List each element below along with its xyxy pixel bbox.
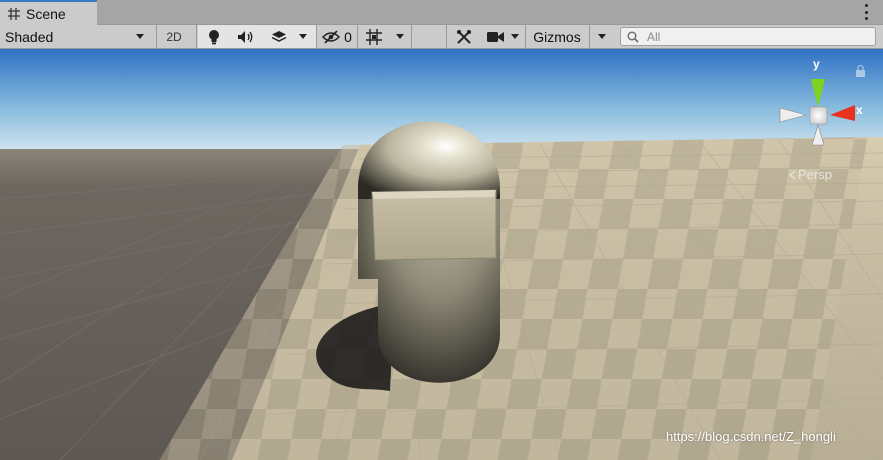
toggle-2d-label: 2D [166,29,182,44]
chevron-down-icon [136,34,144,39]
chevron-down-icon [396,34,404,39]
gizmos-dropdown[interactable] [590,25,614,48]
speaker-icon [238,30,253,43]
projection-label: Persp [798,167,832,182]
tab-scene[interactable]: Scene [0,0,97,25]
scene-render [0,49,883,460]
tools-button[interactable] [448,25,480,48]
gizmo-y-label: y [813,57,820,71]
layers-icon [271,30,287,42]
effects-dropdown[interactable] [262,25,316,48]
shading-mode-dropdown[interactable]: Shaded [0,25,152,48]
more-options-icon[interactable] [859,4,873,20]
search-box[interactable] [620,27,876,46]
chevron-left-icon [788,169,796,180]
search-icon [627,31,639,43]
projection-toggle[interactable]: Persp [788,167,832,182]
hidden-eye-icon [322,29,341,44]
video-camera-icon [487,31,504,42]
gizmos-label: Gizmos [533,28,581,45]
gizmo-x-label: x [856,103,863,117]
grid-snapping-dropdown[interactable] [359,25,411,48]
scene-toolbar: Shaded 2D 0 Gizmos All [0,25,883,49]
tab-bar: Scene [0,0,883,25]
hidden-objects-count: 0 [344,28,352,45]
grid-icon [8,7,20,20]
tools-icon [457,29,471,44]
scene-viewport[interactable]: y x Persp https://blog.csdn.net/Z_hongli [0,49,883,460]
chevron-down-icon [511,34,519,39]
grid-snap-icon [366,28,382,45]
tab-label: Scene [26,5,66,22]
search-input[interactable] [645,28,869,45]
shading-mode-label: Shaded [5,28,54,45]
lightbulb-icon [209,29,219,44]
audio-toggle-button[interactable] [230,25,262,48]
gizmos-toggle-button[interactable]: Gizmos [526,25,588,48]
scene-visibility-toggle[interactable]: 0 [318,25,356,48]
camera-settings-dropdown[interactable] [482,25,524,48]
watermark: https://blog.csdn.net/Z_hongli [666,429,836,444]
chevron-down-icon [598,34,606,39]
chevron-down-icon [299,34,307,39]
lighting-toggle-button[interactable] [198,25,230,48]
toggle-2d-button[interactable]: 2D [158,25,190,48]
